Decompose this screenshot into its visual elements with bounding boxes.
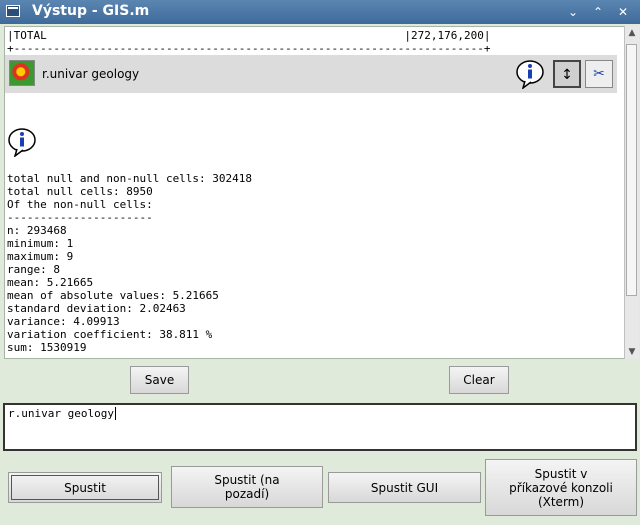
save-button[interactable]: Save (130, 366, 189, 394)
maximize-icon[interactable]: ⌃ (589, 3, 607, 21)
info-icon[interactable] (515, 59, 545, 89)
stat-line: range: 8 (7, 263, 60, 276)
scroll-up-icon[interactable]: ▲ (625, 26, 639, 40)
stat-line: minimum: 1 (7, 237, 74, 250)
run-background-button[interactable]: Spustit (na pozadí) (171, 466, 323, 508)
table-border-row: +---------------------------------------… (7, 42, 491, 55)
stat-line: variance: 4.09913 (7, 315, 120, 328)
scissors-icon: ✂ (593, 66, 605, 82)
run-button[interactable]: Spustit (8, 472, 162, 503)
table-total-row: |TOTAL |272,176,200| (7, 29, 491, 42)
stat-line: variation coefficient: 38.811 % (7, 328, 213, 341)
stat-line: mean of absolute values: 5.21665 (7, 289, 219, 302)
stat-line: ---------------------- (7, 211, 153, 224)
stat-line: sum: 1530919 (7, 341, 87, 354)
minimize-icon[interactable]: ⌄ (564, 3, 582, 21)
stat-line: maximum: 9 (7, 250, 74, 263)
run-gui-button[interactable]: Spustit GUI (328, 472, 481, 503)
output-scrollbar[interactable]: ▲ ▼ (624, 26, 639, 359)
scrollbar-thumb[interactable] (626, 44, 637, 296)
clear-button[interactable]: Clear (449, 366, 509, 394)
stat-line: total null and non-null cells: 302418 (7, 172, 253, 185)
stat-line: Of the non-null cells: (7, 198, 153, 211)
expand-output-button[interactable]: ↕ (553, 60, 581, 88)
close-icon[interactable]: ✕ (614, 3, 632, 21)
run-xterm-button[interactable]: Spustit v příkazové konzoli (Xterm) (485, 459, 637, 516)
stat-line: mean: 5.21665 (7, 276, 94, 289)
command-input[interactable]: r.univar geology (3, 403, 637, 451)
stat-line: n: 293468 (7, 224, 67, 237)
stat-line: total null cells: 8950 (7, 185, 153, 198)
text-cursor (114, 407, 116, 420)
command-header-bar: r.univar geology ↕ ✂ (5, 55, 617, 93)
univar-statistics: total null and non-null cells: 302418 to… (7, 172, 252, 354)
output-pane: |TOTAL |272,176,200| +------------------… (4, 26, 624, 359)
info-icon (8, 128, 36, 157)
window-icon (6, 5, 20, 17)
raster-layer-icon (9, 60, 35, 86)
command-label: r.univar geology (42, 67, 140, 81)
window-titlebar: Výstup - GIS.m ⌄ ⌃ ✕ (0, 0, 640, 24)
cut-output-button[interactable]: ✂ (585, 60, 613, 88)
scroll-down-icon[interactable]: ▼ (625, 345, 639, 359)
stat-line: standard deviation: 2.02463 (7, 302, 186, 315)
expand-icon: ↕ (561, 67, 573, 83)
window-title: Výstup - GIS.m (32, 3, 150, 19)
